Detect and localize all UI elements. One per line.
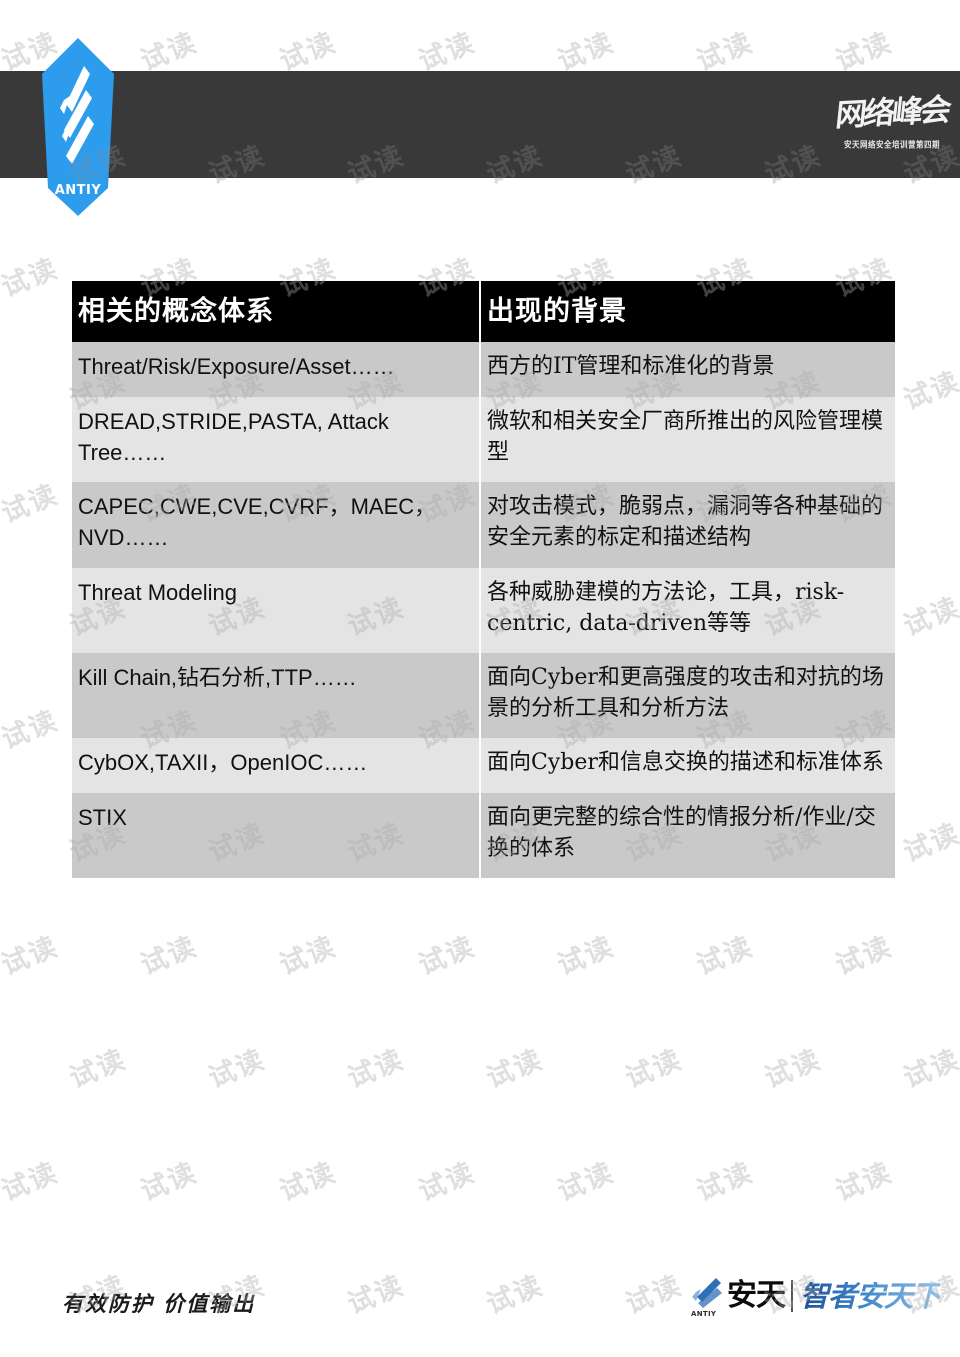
- column-header-concept: 相关的概念体系: [72, 281, 480, 343]
- watermark-text: 试读: [621, 1270, 687, 1321]
- watermark-text: 试读: [275, 1157, 341, 1208]
- antiy-mark-icon: ANTIY: [690, 1274, 724, 1318]
- cell-background: 面向Cyber和信息交换的描述和标准体系: [479, 738, 895, 793]
- cell-concept: CAPEC,CWE,CVE,CVRF，MAEC，NVD……: [72, 482, 480, 568]
- watermark-text: 试读: [899, 366, 960, 417]
- watermark-text: 试读: [0, 253, 63, 304]
- watermark-text: 试读: [692, 27, 758, 78]
- footer-brand-divider: [790, 1280, 793, 1312]
- antiy-logo-wordmark: ANTIY: [55, 183, 102, 198]
- table-header-row: 相关的概念体系 出现的背景: [72, 281, 895, 343]
- cell-background: 面向Cyber和更高强度的攻击和对抗的场景的分析工具和分析方法: [479, 652, 895, 739]
- svg-text:ANTIY: ANTIY: [691, 1310, 717, 1318]
- watermark-text: 试读: [899, 818, 960, 869]
- watermark-text: 试读: [0, 479, 63, 530]
- watermark-text: 试读: [136, 1157, 202, 1208]
- watermark-text: 试读: [553, 27, 619, 78]
- footer-slogan: 有效防护 价值输出: [62, 1291, 256, 1316]
- watermark-text: 试读: [414, 1157, 480, 1208]
- antiy-logo: ANTIY: [42, 38, 114, 216]
- watermark-text: 试读: [899, 1044, 960, 1095]
- watermark-text: 试读: [831, 931, 897, 982]
- header-band: [0, 71, 960, 178]
- watermark-text: 试读: [760, 1044, 826, 1095]
- seal-subtitle-text: 安天网络安全培训营第四期: [844, 139, 940, 150]
- watermark-text: 试读: [136, 27, 202, 78]
- watermark-text: 试读: [899, 592, 960, 643]
- concept-system-table: 相关的概念体系 出现的背景 Threat/Risk/Exposure/Asset…: [72, 281, 895, 879]
- cell-background: 西方的IT管理和标准化的背景: [479, 342, 895, 397]
- watermark-text: 试读: [482, 1044, 548, 1095]
- cell-background: 微软和相关安全厂商所推出的风险管理模型: [479, 396, 895, 483]
- cell-concept: Threat Modeling: [72, 567, 480, 653]
- table-row: CAPEC,CWE,CVE,CVRF，MAEC，NVD…… 对攻击模式，脆弱点，…: [72, 482, 895, 568]
- watermark-text: 试读: [553, 1157, 619, 1208]
- watermark-text: 试读: [414, 931, 480, 982]
- table-row: CybOX,TAXII，OpenIOC…… 面向Cyber和信息交换的描述和标准…: [72, 738, 895, 793]
- table-row: Kill Chain,钻石分析,TTP…… 面向Cyber和更高强度的攻击和对抗…: [72, 652, 895, 739]
- table-body: Threat/Risk/Exposure/Asset…… 西方的IT管理和标准化…: [72, 342, 895, 879]
- watermark-text: 试读: [204, 1044, 270, 1095]
- watermark-text: 试读: [275, 931, 341, 982]
- cell-concept: Kill Chain,钻石分析,TTP……: [72, 652, 480, 739]
- cell-concept: CybOX,TAXII，OpenIOC……: [72, 738, 480, 793]
- table-row: DREAD,STRIDE,PASTA, Attack Tree…… 微软和相关安…: [72, 396, 895, 483]
- watermark-text: 试读: [136, 931, 202, 982]
- watermark-text: 试读: [692, 931, 758, 982]
- watermark-text: 试读: [0, 705, 63, 756]
- cell-background: 面向更完整的综合性的情报分析/作业/交换的体系: [479, 792, 895, 879]
- footer-brand-name: 安天: [726, 1278, 786, 1313]
- watermark-text: 试读: [275, 27, 341, 78]
- watermark-text: 试读: [831, 1157, 897, 1208]
- watermark-text: 试读: [65, 1044, 131, 1095]
- column-header-background: 出现的背景: [479, 281, 895, 343]
- watermark-text: 试读: [414, 27, 480, 78]
- watermark-text: 试读: [482, 1270, 548, 1321]
- footer-brand-tagline: 智者安天下: [799, 1278, 941, 1313]
- cell-concept: Threat/Risk/Exposure/Asset……: [72, 342, 480, 397]
- footer-brand-lockup: ANTIY 安天 智者安天下: [690, 1266, 941, 1326]
- watermark-text: 试读: [0, 931, 63, 982]
- table-row: Threat/Risk/Exposure/Asset…… 西方的IT管理和标准化…: [72, 342, 895, 397]
- course-seal: 网络峰会 安天网络安全培训营第四期: [832, 70, 952, 178]
- cell-background: 各种威胁建模的方法论，工具，risk-centric, data-driven等…: [479, 567, 895, 653]
- seal-calligraphy-text: 网络峰会: [833, 92, 951, 134]
- cell-concept: STIX: [72, 792, 480, 879]
- table-row: Threat Modeling 各种威胁建模的方法论，工具，risk-centr…: [72, 567, 895, 653]
- watermark-text: 试读: [621, 1044, 687, 1095]
- cell-background: 对攻击模式，脆弱点，漏洞等各种基础的安全元素的标定和描述结构: [479, 482, 895, 568]
- watermark-text: 试读: [692, 1157, 758, 1208]
- table-row: STIX 面向更完整的综合性的情报分析/作业/交换的体系: [72, 792, 895, 879]
- cell-concept: DREAD,STRIDE,PASTA, Attack Tree……: [72, 396, 480, 483]
- watermark-text: 试读: [0, 1157, 63, 1208]
- watermark-text: 试读: [343, 1270, 409, 1321]
- watermark-text: 试读: [553, 931, 619, 982]
- watermark-text: 试读: [343, 1044, 409, 1095]
